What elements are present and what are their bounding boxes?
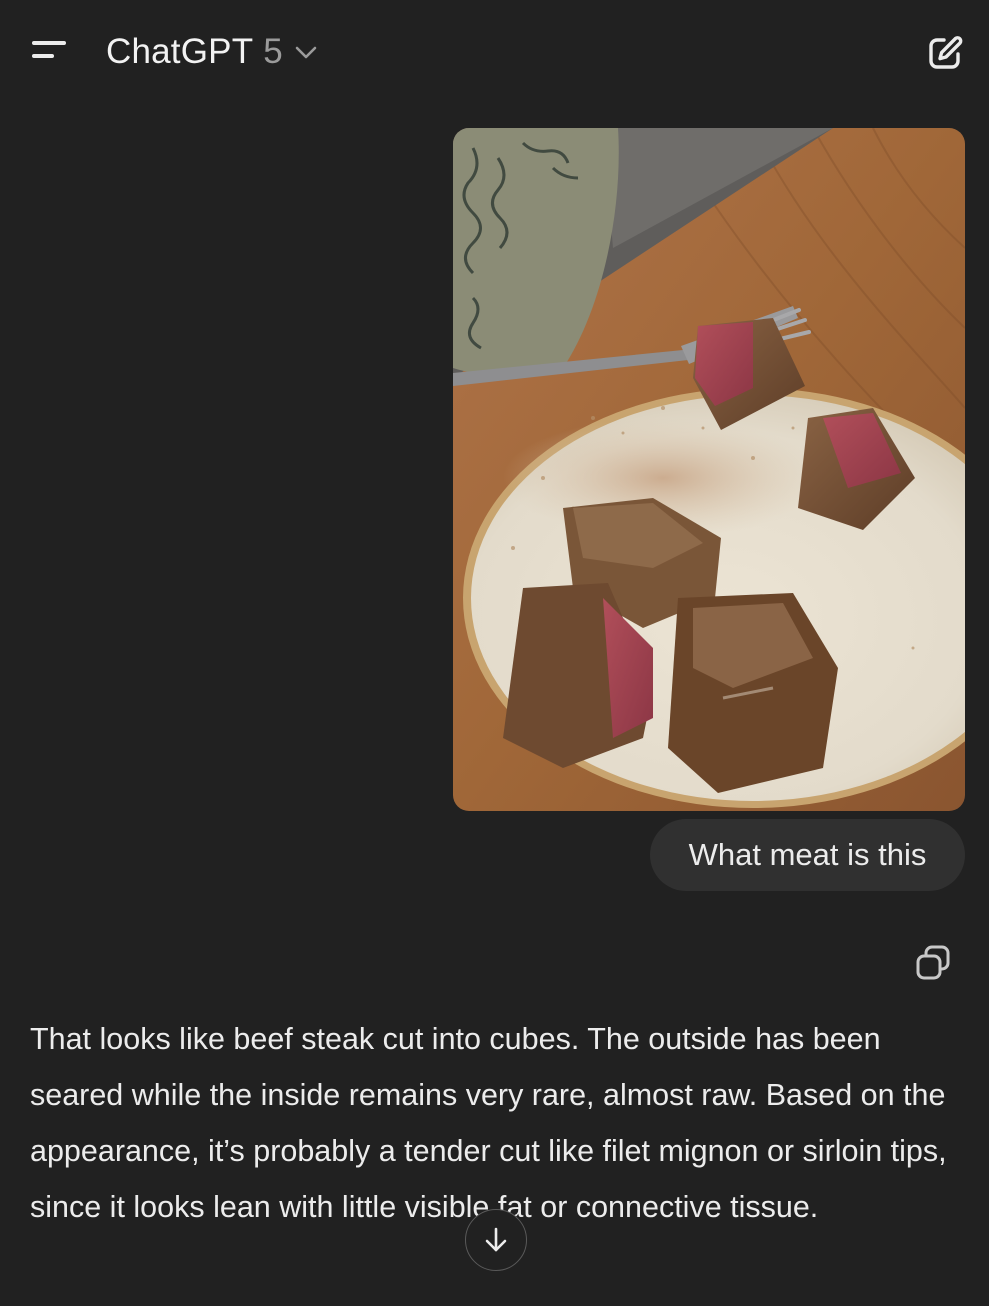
meat-photo-image [453,128,965,811]
new-chat-button[interactable] [922,30,968,76]
copy-icon [916,945,950,980]
chevron-down-icon [295,46,317,59]
user-message-text: What meat is this [688,837,927,872]
assistant-message-text: That looks like beef steak cut into cube… [30,1022,947,1224]
model-selector[interactable]: ChatGPT 5 [106,30,319,74]
copy-button[interactable] [912,942,954,984]
arrow-down-icon [485,1227,507,1252]
top-bar: ChatGPT 5 [0,0,989,104]
compose-icon [929,36,963,69]
app-title: ChatGPT [106,32,254,71]
scroll-to-bottom-button[interactable] [465,1209,527,1271]
user-message-bubble: What meat is this [650,819,965,891]
model-version: 5 [263,32,283,71]
hamburger-menu-icon[interactable] [26,32,72,72]
uploaded-photo[interactable] [453,128,965,811]
